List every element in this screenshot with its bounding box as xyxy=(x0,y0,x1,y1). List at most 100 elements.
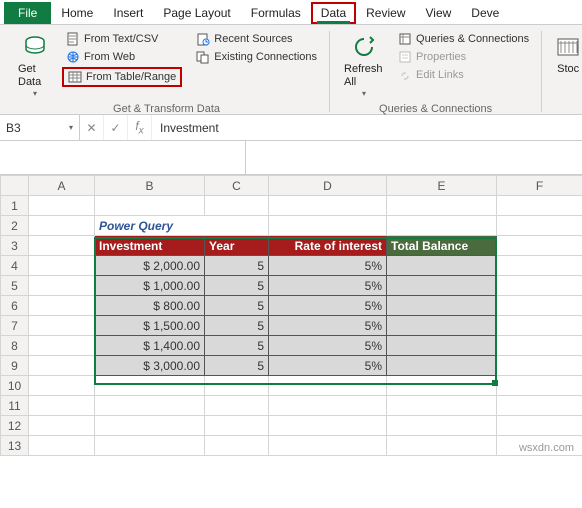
cell-rate[interactable]: 5% xyxy=(269,316,387,336)
refresh-all-button[interactable]: Refresh All ▾ xyxy=(338,31,390,101)
grid[interactable]: A B C D E F 1 2 Power Query 3 Investment… xyxy=(0,175,582,456)
tab-insert[interactable]: Insert xyxy=(103,2,153,24)
insert-function-button[interactable]: fx xyxy=(128,115,152,140)
cell-investment[interactable]: $ 1,400.00 xyxy=(95,336,205,356)
table-range-icon xyxy=(68,70,82,84)
cell-total[interactable] xyxy=(387,276,497,296)
stocks-icon xyxy=(554,33,582,61)
menu-bar: File Home Insert Page Layout Formulas Da… xyxy=(0,0,582,25)
worksheet[interactable]: A B C D E F 1 2 Power Query 3 Investment… xyxy=(0,175,582,456)
dropdown-icon: ▾ xyxy=(362,89,366,99)
cell-investment[interactable]: $ 800.00 xyxy=(95,296,205,316)
accept-formula-button[interactable]: ✓ xyxy=(104,115,128,140)
col-header[interactable]: F xyxy=(497,176,582,196)
col-header[interactable]: C xyxy=(205,176,269,196)
tab-file[interactable]: File xyxy=(4,2,51,24)
tab-home[interactable]: Home xyxy=(51,2,103,24)
cell-year[interactable]: 5 xyxy=(205,256,269,276)
cell-year[interactable]: 5 xyxy=(205,316,269,336)
row-header[interactable]: 10 xyxy=(1,376,29,396)
cell-investment[interactable]: $ 1,500.00 xyxy=(95,316,205,336)
web-icon xyxy=(66,50,80,64)
row-header[interactable]: 6 xyxy=(1,296,29,316)
from-text-csv-button[interactable]: From Text/CSV xyxy=(62,31,182,47)
tab-page-layout[interactable]: Page Layout xyxy=(153,2,240,24)
queries-connections-button[interactable]: Queries & Connections xyxy=(394,31,533,47)
existing-connections-button[interactable]: Existing Connections xyxy=(192,49,321,65)
header-rate[interactable]: Rate of interest xyxy=(269,236,387,256)
col-header[interactable]: B xyxy=(95,176,205,196)
cell-investment[interactable]: $ 2,000.00 xyxy=(95,256,205,276)
properties-button[interactable]: Properties xyxy=(394,49,533,65)
get-data-button[interactable]: Get Data ▾ xyxy=(12,31,58,101)
cell-rate[interactable]: 5% xyxy=(269,276,387,296)
dropdown-icon: ▾ xyxy=(69,123,73,132)
get-data-icon xyxy=(21,33,49,61)
header-year[interactable]: Year xyxy=(205,236,269,256)
cell-year[interactable]: 5 xyxy=(205,336,269,356)
row-header[interactable]: 7 xyxy=(1,316,29,336)
tab-data[interactable]: Data xyxy=(311,2,356,24)
header-investment[interactable]: Investment xyxy=(95,236,205,256)
from-web-button[interactable]: From Web xyxy=(62,49,182,65)
panel-spacer xyxy=(0,141,582,175)
cell-year[interactable]: 5 xyxy=(205,276,269,296)
formula-input[interactable]: Investment xyxy=(152,115,582,140)
group-data-types: Stoc xyxy=(542,31,582,112)
edit-links-icon xyxy=(398,68,412,82)
existing-connections-icon xyxy=(196,50,210,64)
cell-investment[interactable]: $ 3,000.00 xyxy=(95,356,205,376)
tab-formulas[interactable]: Formulas xyxy=(241,2,311,24)
row-header[interactable]: 9 xyxy=(1,356,29,376)
cell-total[interactable] xyxy=(387,336,497,356)
group-get-transform: Get Data ▾ From Text/CSV From Web From T… xyxy=(4,31,330,112)
cancel-formula-button[interactable]: ✕ xyxy=(80,115,104,140)
cell-year[interactable]: 5 xyxy=(205,296,269,316)
row-header[interactable]: 8 xyxy=(1,336,29,356)
queries-connections-icon xyxy=(398,32,412,46)
col-header[interactable]: E xyxy=(387,176,497,196)
cell-rate[interactable]: 5% xyxy=(269,356,387,376)
cell-year[interactable]: 5 xyxy=(205,356,269,376)
select-all-corner[interactable] xyxy=(1,176,29,196)
group-queries-connections: Refresh All ▾ Queries & Connections Prop… xyxy=(330,31,542,112)
dropdown-icon: ▾ xyxy=(33,89,37,99)
stocks-button[interactable]: Stoc xyxy=(550,31,582,78)
cell-investment[interactable]: $ 1,000.00 xyxy=(95,276,205,296)
row-header[interactable]: 1 xyxy=(1,196,29,216)
properties-icon xyxy=(398,50,412,64)
tab-developer[interactable]: Deve xyxy=(461,2,509,24)
col-header[interactable]: D xyxy=(269,176,387,196)
text-csv-icon xyxy=(66,32,80,46)
row-header[interactable]: 13 xyxy=(1,436,29,456)
cell-rate[interactable]: 5% xyxy=(269,296,387,316)
recent-sources-icon xyxy=(196,32,210,46)
group-label-get-transform: Get & Transform Data xyxy=(12,101,321,115)
cell-rate[interactable]: 5% xyxy=(269,256,387,276)
name-box[interactable]: B3 ▾ xyxy=(0,115,80,140)
cell-total[interactable] xyxy=(387,316,497,336)
edit-links-button[interactable]: Edit Links xyxy=(394,67,533,83)
group-label-queries-connections: Queries & Connections xyxy=(338,101,533,115)
row-header[interactable]: 5 xyxy=(1,276,29,296)
refresh-icon xyxy=(350,33,378,61)
row-header[interactable]: 3 xyxy=(1,236,29,256)
formula-bar: B3 ▾ ✕ ✓ fx Investment xyxy=(0,115,582,141)
tab-view[interactable]: View xyxy=(416,2,462,24)
cell-total[interactable] xyxy=(387,296,497,316)
row-header[interactable]: 2 xyxy=(1,216,29,236)
title-cell[interactable]: Power Query xyxy=(95,216,269,236)
recent-sources-button[interactable]: Recent Sources xyxy=(192,31,321,47)
cell-total[interactable] xyxy=(387,356,497,376)
cell-total[interactable] xyxy=(387,256,497,276)
col-header[interactable]: A xyxy=(29,176,95,196)
ribbon: Get Data ▾ From Text/CSV From Web From T… xyxy=(0,25,582,115)
row-header[interactable]: 12 xyxy=(1,416,29,436)
tab-review[interactable]: Review xyxy=(356,2,415,24)
row-header[interactable]: 11 xyxy=(1,396,29,416)
row-header[interactable]: 4 xyxy=(1,256,29,276)
header-total[interactable]: Total Balance xyxy=(387,236,497,256)
cell-rate[interactable]: 5% xyxy=(269,336,387,356)
from-table-range-button[interactable]: From Table/Range xyxy=(62,67,182,87)
watermark: wsxdn.com xyxy=(519,442,574,454)
